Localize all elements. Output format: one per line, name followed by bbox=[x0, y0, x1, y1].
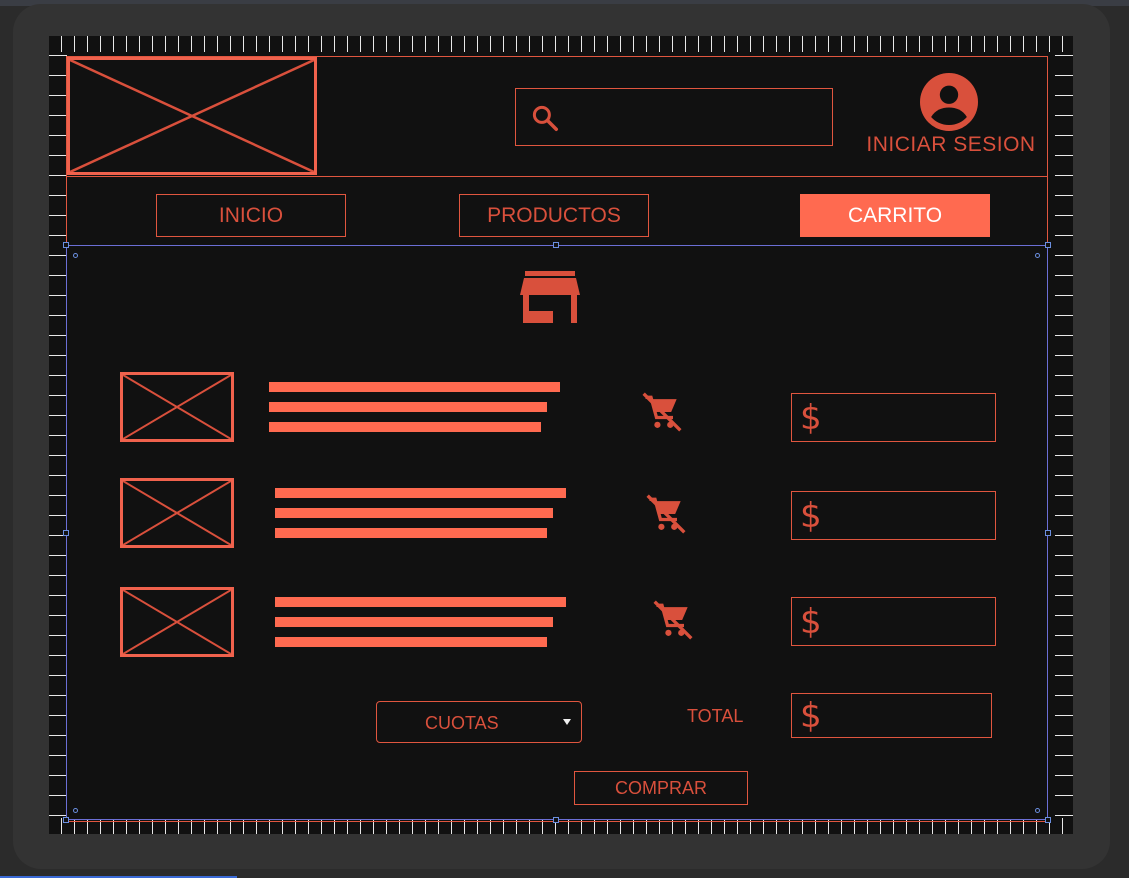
nav-productos[interactable]: PRODUCTOS bbox=[459, 194, 649, 237]
product-image-placeholder bbox=[120, 478, 234, 548]
selection-handle[interactable] bbox=[63, 817, 69, 823]
account-circle-icon[interactable] bbox=[920, 73, 978, 131]
ruler-right bbox=[1055, 36, 1073, 834]
selection-handle[interactable] bbox=[1045, 242, 1051, 248]
product-text-line bbox=[275, 617, 553, 627]
dollar-icon: $ bbox=[800, 695, 822, 736]
buy-button[interactable]: COMPRAR bbox=[574, 771, 748, 805]
corner-radius-handle[interactable] bbox=[1035, 808, 1040, 813]
remove-shopping-cart-icon[interactable] bbox=[644, 492, 688, 536]
selection-handle[interactable] bbox=[553, 817, 559, 823]
product-image-placeholder bbox=[120, 372, 234, 442]
product-text-line bbox=[275, 597, 566, 607]
search-icon bbox=[532, 105, 558, 131]
header-divider bbox=[66, 176, 1048, 177]
selection-handle[interactable] bbox=[1045, 530, 1051, 536]
product-image-placeholder bbox=[120, 587, 234, 657]
price-field[interactable]: $ bbox=[791, 393, 996, 442]
corner-radius-handle[interactable] bbox=[1035, 253, 1040, 258]
selection-handle[interactable] bbox=[1045, 817, 1051, 823]
ruler-bottom bbox=[49, 818, 1073, 834]
total-field[interactable]: $ bbox=[791, 693, 992, 738]
nav-inicio[interactable]: INICIO bbox=[156, 194, 346, 237]
logo-placeholder[interactable] bbox=[67, 57, 317, 175]
login-link[interactable]: INICIAR SESION bbox=[862, 133, 1040, 157]
remove-shopping-cart-icon[interactable] bbox=[651, 598, 695, 642]
image-placeholder-icon bbox=[123, 481, 231, 545]
selection-handle[interactable] bbox=[63, 242, 69, 248]
selection-handle[interactable] bbox=[553, 242, 559, 248]
corner-radius-handle[interactable] bbox=[73, 253, 78, 258]
image-placeholder-icon bbox=[123, 590, 231, 654]
dollar-icon: $ bbox=[800, 601, 822, 642]
image-placeholder-icon bbox=[70, 60, 314, 172]
product-text-line bbox=[269, 382, 560, 392]
installments-select-value: CUOTAS bbox=[425, 713, 499, 733]
product-text-line bbox=[275, 488, 566, 498]
price-field[interactable]: $ bbox=[791, 597, 996, 646]
selection-handle[interactable] bbox=[63, 530, 69, 536]
installments-select[interactable]: CUOTAS bbox=[376, 701, 582, 743]
ruler-top bbox=[49, 36, 1073, 52]
remove-shopping-cart-icon[interactable] bbox=[640, 390, 684, 434]
product-text-line bbox=[269, 422, 541, 432]
dollar-icon: $ bbox=[800, 397, 822, 438]
caret-down-icon bbox=[563, 719, 571, 725]
nav-carrito[interactable]: CARRITO bbox=[800, 194, 990, 237]
product-text-line bbox=[275, 508, 553, 518]
dollar-icon: $ bbox=[800, 495, 822, 536]
total-label: TOTAL bbox=[687, 706, 744, 726]
search-input[interactable] bbox=[515, 88, 833, 146]
product-text-line bbox=[269, 402, 547, 412]
storefront-icon bbox=[520, 271, 580, 323]
image-placeholder-icon bbox=[123, 375, 231, 439]
product-text-line bbox=[275, 528, 547, 538]
ruler-left bbox=[49, 36, 67, 834]
corner-radius-handle[interactable] bbox=[73, 808, 78, 813]
price-field[interactable]: $ bbox=[791, 491, 996, 540]
product-text-line bbox=[275, 637, 547, 647]
